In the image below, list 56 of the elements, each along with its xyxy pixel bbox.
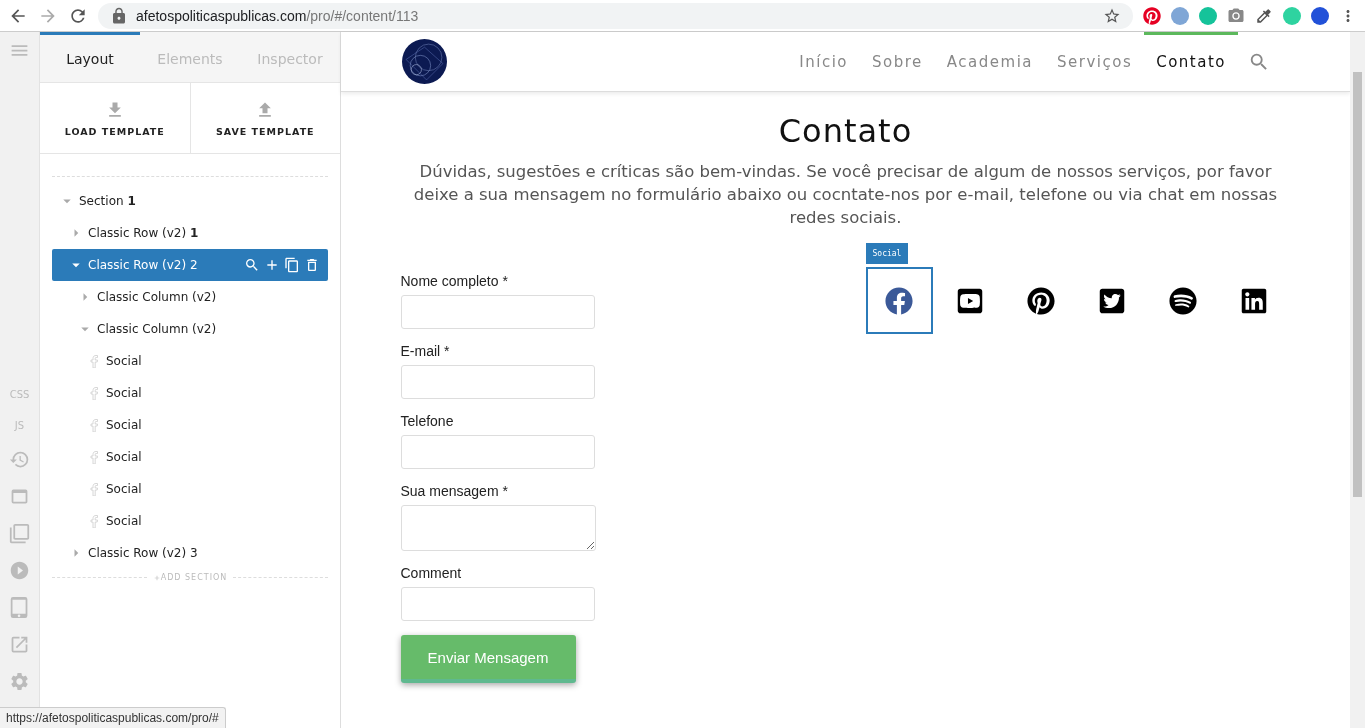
tree-item[interactable]: Social [52, 409, 328, 441]
nav-link[interactable]: Contato [1144, 32, 1238, 91]
extension-icon[interactable] [1283, 6, 1301, 25]
nav-link[interactable]: Sobre [860, 32, 935, 91]
input-field[interactable] [400, 587, 595, 621]
pin-icon[interactable] [1143, 6, 1161, 25]
f-outline-icon [90, 482, 98, 496]
tree-item[interactable]: Social [52, 345, 328, 377]
tree-item[interactable]: Classic Column (v2) [52, 281, 328, 313]
f-outline-icon [90, 354, 98, 368]
panel-tab[interactable]: Layout [40, 32, 140, 82]
page-title: Contato [778, 112, 913, 150]
input-field[interactable] [400, 435, 595, 469]
tree-item[interactable]: Classic Row (v2) 3 [52, 537, 328, 569]
tree-item[interactable]: Social [52, 473, 328, 505]
lock-icon [110, 6, 128, 25]
trash-icon[interactable] [304, 257, 320, 273]
status-url: https://afetospoliticaspublicas.com/pro/# [0, 707, 226, 728]
extension-icon[interactable] [1199, 6, 1217, 25]
address-bar[interactable]: afetospoliticaspublicas.com/pro/#/content/113 [98, 2, 1133, 29]
template-button[interactable]: SAVE TEMPLATE [189, 83, 340, 153]
f-outline-icon [90, 514, 98, 528]
nav-link[interactable]: Serviços [1045, 32, 1145, 91]
tree-item[interactable]: Social [52, 441, 328, 473]
avatar-icon[interactable] [1311, 6, 1329, 25]
field-label: Nome completo * [400, 273, 509, 289]
logo[interactable] [402, 39, 447, 84]
message-field[interactable] [400, 505, 596, 551]
scrollbar[interactable] [1353, 72, 1362, 497]
f-outline-icon [90, 386, 98, 400]
input-field[interactable] [400, 365, 595, 399]
plus-icon[interactable] [264, 257, 280, 273]
tree-item[interactable]: Classic Column (v2) [52, 313, 328, 345]
f-outline-icon [90, 418, 98, 432]
eyedropper-icon[interactable] [1255, 6, 1273, 25]
field-label: Telefone [400, 413, 455, 429]
tree-item[interactable]: Classic Row (v2) 1 [52, 217, 328, 249]
element-tag: Social [865, 243, 909, 264]
template-button[interactable]: LOAD TEMPLATE [40, 83, 190, 153]
copy-icon[interactable] [284, 257, 300, 273]
field-label: Comment [400, 565, 463, 581]
tree-item[interactable]: Social [52, 505, 328, 537]
nav-link[interactable]: Início [787, 32, 861, 91]
field-label: E-mail * [400, 343, 451, 359]
intro-text: Dúvidas, sugestões e críticas são bem-vindas. Se você precisar de algum de nossos serviços, por favor deixe a sua mensagem no formulário abaixo ou cocntate-nos por e-mail, telefone ou via chat em nossas redes sociais. [412, 161, 1279, 229]
field-label: Sua mensagem * [400, 483, 509, 499]
search-icon[interactable] [244, 257, 260, 273]
input-field[interactable] [400, 295, 595, 329]
tree-item[interactable]: Social [52, 377, 328, 409]
extension-icon[interactable] [1171, 6, 1189, 25]
nav-link[interactable]: Academia [934, 32, 1045, 91]
f-outline-icon [90, 450, 98, 464]
tree-item[interactable]: Classic Row (v2) 2 [52, 249, 328, 281]
camera-icon[interactable] [1227, 6, 1245, 25]
facebook-icon[interactable] [865, 267, 933, 334]
tree-item[interactable]: Section 1 [52, 185, 328, 217]
